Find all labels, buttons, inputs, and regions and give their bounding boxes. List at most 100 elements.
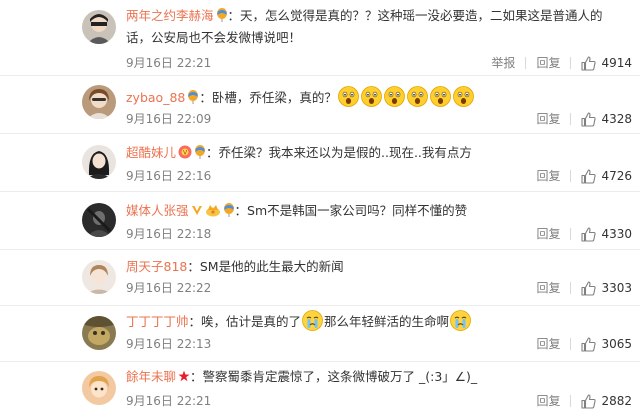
- comment-feed: 两年之约李赫海 ：天，怎么觉得是真的？？这种瑶一没必要造，二如果这是普通人的 话，…: [0, 0, 640, 419]
- avatar[interactable]: [82, 85, 116, 119]
- comment-text: 两年之约李赫海 ：天，怎么觉得是真的？？这种瑶一没必要造，二如果这是普通人的: [126, 5, 628, 27]
- comment-body: ：Sm不是韩国一家公司吗？同样不懂的赞: [234, 203, 468, 218]
- avatar[interactable]: [82, 10, 116, 44]
- reply-button[interactable]: 回复: [536, 336, 560, 352]
- username-link[interactable]: 餘年未聊: [126, 369, 176, 384]
- verified-v-badge-icon: [191, 203, 203, 217]
- comment-body: ：乔任梁？我本来还以为是假的..现在..我有点方: [206, 145, 472, 160]
- thumbs-up-icon: [581, 111, 597, 127]
- comment-item: 媒体人张强 ：Sm不是韩国一家公司吗？同样不懂的赞 9月16日 22:18 回复 …: [0, 192, 640, 250]
- comment-text: zybao_88 ：卧槽，乔任梁，真的？: [126, 86, 628, 109]
- comment-timestamp: 9月16日 22:22: [126, 281, 212, 295]
- comment-text: 丁丁丁丁帅：唉，估计是真的了 那么年轻鲜活的生命啊: [126, 310, 628, 333]
- comment-actions: 回复 4330: [536, 225, 632, 243]
- avatar[interactable]: [82, 145, 116, 179]
- comment-text-line-2: 话，公安局也不会发微博说吧！: [126, 27, 628, 49]
- comment-item: 两年之约李赫海 ：天，怎么觉得是真的？？这种瑶一没必要造，二如果这是普通人的 话，…: [0, 0, 640, 76]
- crown-badge-icon: [205, 203, 221, 217]
- action-divider: [570, 338, 572, 350]
- like-button[interactable]: 3303: [581, 280, 632, 296]
- comment-item: 周天子818：SM是他的此生最大的新闻 9月16日 22:22 回复 3303: [0, 250, 640, 306]
- like-count: 4328: [601, 112, 632, 126]
- comment-timestamp: 9月16日 22:21: [126, 56, 212, 70]
- avatar[interactable]: [82, 371, 116, 405]
- thumbs-up-icon: [581, 55, 597, 71]
- shocked-face-emoji-icon: [337, 86, 359, 107]
- comment-text: 周天子818：SM是他的此生最大的新闻: [126, 256, 628, 278]
- balloon-badge-icon: [223, 203, 235, 217]
- thumbs-up-icon: [581, 393, 597, 409]
- shocked-face-emoji-icon: [406, 86, 428, 107]
- like-button[interactable]: 4914: [581, 55, 632, 71]
- like-count: 4726: [601, 169, 632, 183]
- username-link[interactable]: 超酷妹儿: [126, 145, 176, 160]
- balloon-badge-icon: [194, 145, 206, 159]
- action-divider: [570, 228, 572, 240]
- shocked-face-emoji-icon: [429, 86, 451, 107]
- reply-button[interactable]: 回复: [536, 226, 560, 242]
- comment-body: ：唉，估计是真的了: [188, 314, 302, 329]
- comment-timestamp: 9月16日 22:18: [126, 227, 212, 241]
- shocked-face-emoji-icon: [452, 86, 474, 107]
- avatar[interactable]: [82, 260, 116, 294]
- thumbs-up-icon: [581, 336, 597, 352]
- comment-timestamp: 9月16日 22:13: [126, 337, 212, 351]
- like-button[interactable]: 4726: [581, 168, 632, 184]
- comment-text: 媒体人张强 ：Sm不是韩国一家公司吗？同样不懂的赞: [126, 200, 628, 222]
- balloon-badge-icon: [216, 8, 228, 22]
- comment-body: ：SM是他的此生最大的新闻: [187, 259, 344, 274]
- comment-body: 话，公安局也不会发微博说吧！: [126, 30, 302, 45]
- like-button[interactable]: 3065: [581, 336, 632, 352]
- action-divider: [570, 113, 572, 125]
- action-divider: [570, 395, 572, 407]
- like-count: 3303: [601, 281, 632, 295]
- action-divider: [570, 170, 572, 182]
- thumbs-up-icon: [581, 280, 597, 296]
- comment-actions: 回复 4726: [536, 167, 632, 185]
- like-count: 3065: [601, 337, 632, 351]
- comment-item: 丁丁丁丁帅：唉，估计是真的了 那么年轻鲜活的生命啊 9月16日 22:13 回复 …: [0, 306, 640, 362]
- vip-badge-icon: V: [178, 145, 192, 159]
- like-button[interactable]: 4330: [581, 226, 632, 242]
- avatar[interactable]: [82, 316, 116, 350]
- action-divider: [570, 57, 572, 69]
- comment-actions: 回复 4328: [536, 110, 632, 128]
- comment-text: 超酷妹儿 V ：乔任梁？我本来还以为是假的..现在..我有点方: [126, 142, 628, 164]
- comment-item: 超酷妹儿 V ：乔任梁？我本来还以为是假的..现在..我有点方 9月16日 22:1…: [0, 134, 640, 192]
- comment-timestamp: 9月16日 22:16: [126, 169, 212, 183]
- comment-actions: 举报 回复 4914: [491, 54, 632, 72]
- comment-body: ：警察蜀黍肯定震惊了，这条微博破万了 _(:3」∠)_: [190, 369, 478, 384]
- report-button[interactable]: 举报: [491, 55, 515, 71]
- like-button[interactable]: 4328: [581, 111, 632, 127]
- comment-item: 餘年未聊 ：警察蜀黍肯定震惊了，这条微博破万了 _(:3」∠)_ 9月16日 22…: [0, 362, 640, 419]
- star-badge-icon: [178, 369, 190, 383]
- username-link[interactable]: zybao_88: [126, 90, 185, 105]
- comment-item: zybao_88 ：卧槽，乔任梁，真的？ 9月16日 22:09 回复 4328: [0, 76, 640, 134]
- balloon-badge-icon: [187, 90, 199, 104]
- comment-text: 餘年未聊 ：警察蜀黍肯定震惊了，这条微博破万了 _(:3」∠)_: [126, 366, 628, 388]
- reply-button[interactable]: 回复: [536, 280, 560, 296]
- username-link[interactable]: 丁丁丁丁帅: [126, 314, 189, 329]
- like-button[interactable]: 2882: [581, 393, 632, 409]
- username-link[interactable]: 媒体人张强: [126, 203, 189, 218]
- reply-button[interactable]: 回复: [536, 55, 560, 71]
- comment-timestamp: 9月16日 22:09: [126, 112, 212, 126]
- comment-actions: 回复 2882: [536, 392, 632, 410]
- reply-button[interactable]: 回复: [536, 393, 560, 409]
- username-link[interactable]: 周天子818: [126, 259, 187, 274]
- emoji-group: [337, 86, 475, 107]
- crying-face-emoji-icon: [302, 310, 323, 331]
- crying-face-emoji-icon: [450, 310, 471, 331]
- like-count: 2882: [601, 394, 632, 408]
- avatar[interactable]: [82, 203, 116, 237]
- shocked-face-emoji-icon: [383, 86, 405, 107]
- reply-button[interactable]: 回复: [536, 168, 560, 184]
- action-divider: [525, 57, 527, 69]
- comment-body: ：卧槽，乔任梁，真的？: [199, 90, 337, 105]
- username-link[interactable]: 两年之约李赫海: [126, 8, 214, 23]
- comment-actions: 回复 3303: [536, 279, 632, 297]
- shocked-face-emoji-icon: [360, 86, 382, 107]
- reply-button[interactable]: 回复: [536, 111, 560, 127]
- action-divider: [570, 282, 572, 294]
- thumbs-up-icon: [581, 226, 597, 242]
